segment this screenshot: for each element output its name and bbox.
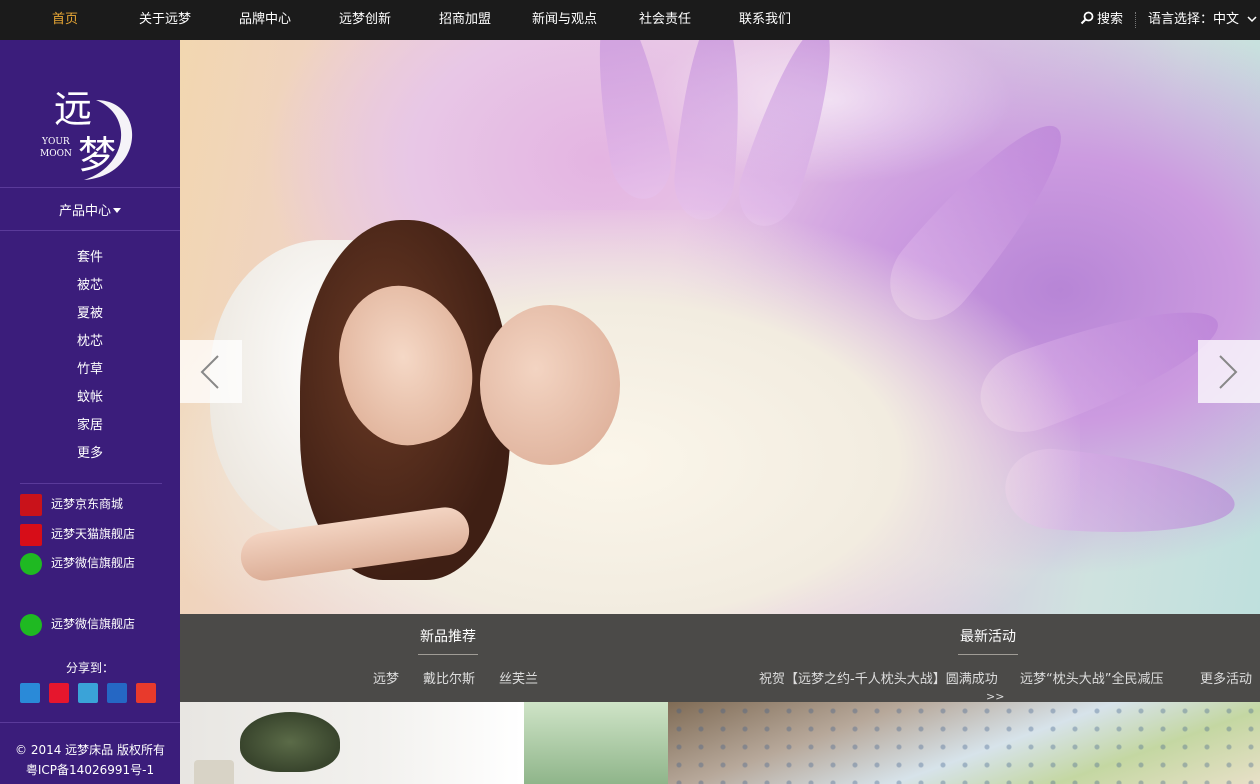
chevron-left-icon xyxy=(200,355,219,389)
shop-label: 远梦微信旗舰店 xyxy=(51,617,136,631)
tencent-weibo-icon[interactable] xyxy=(78,683,98,703)
language-label: 语言选择：中文 xyxy=(1148,12,1240,27)
plant-pot xyxy=(194,760,234,784)
nav-item-news[interactable]: 新闻与观点 xyxy=(532,0,597,40)
nav-item-csr[interactable]: 社会责任 xyxy=(639,0,691,40)
category-list: 套件 被芯 夏被 枕芯 竹草 蚊帐 家居 更多 xyxy=(0,244,180,468)
more-events-link[interactable]: 更多活动 xyxy=(1200,668,1252,687)
next-slide-button[interactable] xyxy=(1198,340,1260,403)
svg-text:梦: 梦 xyxy=(78,133,116,177)
copyright: © 2014 远梦床品 版权所有 粤ICP备14026991号-1 xyxy=(0,740,180,780)
shop-link-wechat[interactable]: 远梦微信旗舰店 xyxy=(20,552,136,575)
chevron-right-icon xyxy=(1219,355,1238,389)
category-item-sets[interactable]: 套件 xyxy=(0,244,180,272)
flower-petal xyxy=(583,40,677,204)
flower-petal xyxy=(729,40,851,235)
new-product-link[interactable]: 戴比尔斯 xyxy=(423,668,475,687)
shop-label: 远梦天猫旗舰店 xyxy=(51,527,136,541)
prev-slide-button[interactable] xyxy=(180,340,242,403)
search-button[interactable]: 搜索 xyxy=(1080,0,1123,40)
nav-item-innovation[interactable]: 远梦创新 xyxy=(339,0,391,40)
new-products-title: 新品推荐 xyxy=(420,629,476,645)
latest-events-title: 最新活动 xyxy=(960,629,1016,645)
chevron-down-icon xyxy=(1247,16,1257,23)
svg-text:远: 远 xyxy=(54,87,92,131)
bottom-image-strip xyxy=(180,702,1260,784)
bedding-image[interactable] xyxy=(668,702,1260,784)
plant xyxy=(240,712,340,772)
category-item-more[interactable]: 更多 xyxy=(0,440,180,468)
new-product-link[interactable]: 远梦 xyxy=(373,668,399,687)
category-item-pillow[interactable]: 枕芯 xyxy=(0,328,180,356)
icp-line: 粤ICP备14026991号-1 xyxy=(25,763,155,777)
sidebar-divider xyxy=(0,722,180,723)
nav-item-contact[interactable]: 联系我们 xyxy=(739,0,791,40)
svg-text:MOON: MOON xyxy=(40,149,72,159)
product-center-dropdown[interactable]: 产品中心 xyxy=(0,200,180,219)
title-underline xyxy=(958,654,1018,655)
shop-label: 远梦微信旗舰店 xyxy=(51,556,136,570)
category-item-home[interactable]: 家居 xyxy=(0,412,180,440)
bedroom-image[interactable] xyxy=(180,702,668,784)
category-item-mosquito-net[interactable]: 蚊帐 xyxy=(0,384,180,412)
shop-link-tmall[interactable]: 远梦天猫旗舰店 xyxy=(20,523,136,546)
category-item-quilt-core[interactable]: 被芯 xyxy=(0,272,180,300)
caret-down-icon xyxy=(113,208,121,213)
nav-item-home[interactable]: 首页 xyxy=(52,0,78,40)
hero-banner[interactable] xyxy=(180,40,1260,614)
svg-text:YOUR: YOUR xyxy=(41,137,70,147)
category-item-summer-quilt[interactable]: 夏被 xyxy=(0,300,180,328)
wechat-icon xyxy=(20,613,42,636)
sidebar-divider xyxy=(20,483,162,484)
info-band: 新品推荐 远梦 戴比尔斯 丝芙兰 最新活动 祝贺【远梦之约-千人枕头大战】圆满成… xyxy=(180,614,1260,703)
nav-divider xyxy=(1135,12,1136,28)
brand-logo[interactable]: 远 梦 YOUR MOON xyxy=(36,60,146,190)
event-link[interactable]: 远梦“枕头大战”全民减压 xyxy=(1020,668,1163,687)
category-item-bamboo[interactable]: 竹草 xyxy=(0,356,180,384)
shop-label: 远梦京东商城 xyxy=(51,497,124,511)
qzone-icon[interactable] xyxy=(20,683,40,703)
sidebar-divider xyxy=(0,187,180,188)
share-icons xyxy=(20,683,165,703)
shop-link-jd[interactable]: 远梦京东商城 xyxy=(20,493,124,516)
jd-icon xyxy=(20,493,42,516)
new-product-link[interactable]: 丝芙兰 xyxy=(499,668,538,687)
shoulder xyxy=(480,305,620,465)
flower-petal xyxy=(670,40,750,223)
nav-item-franchise[interactable]: 招商加盟 xyxy=(439,0,491,40)
language-selector[interactable]: 语言选择：中文 xyxy=(1148,0,1257,40)
title-underline xyxy=(418,654,478,655)
share-label: 分享到： xyxy=(65,661,114,675)
nav-item-brand[interactable]: 品牌中心 xyxy=(239,0,291,40)
renren-icon[interactable] xyxy=(107,683,127,703)
copyright-line: © 2014 远梦床品 版权所有 xyxy=(15,743,165,757)
search-label: 搜索 xyxy=(1097,12,1124,27)
sidebar: 远 梦 YOUR MOON 产品中心 套件 被芯 夏被 枕芯 竹草 蚊帐 家居 … xyxy=(0,40,180,784)
window xyxy=(518,702,668,784)
event-link[interactable]: 祝贺【远梦之约-千人枕头大战】圆满成功 xyxy=(759,668,998,687)
favorite-icon[interactable] xyxy=(136,683,156,703)
search-icon xyxy=(1080,11,1094,25)
bedding-pattern xyxy=(668,702,1260,784)
tmall-icon xyxy=(20,523,42,546)
sidebar-divider xyxy=(0,230,180,231)
nav-item-about[interactable]: 关于远梦 xyxy=(139,0,191,40)
top-nav: 首页 关于远梦 品牌中心 远梦创新 招商加盟 新闻与观点 社会责任 联系我们 搜… xyxy=(0,0,1260,40)
product-center-label: 产品中心 xyxy=(58,204,111,219)
wechat-icon xyxy=(20,552,42,575)
weibo-icon[interactable] xyxy=(49,683,69,703)
shop-link-wechat-2[interactable]: 远梦微信旗舰店 xyxy=(20,613,136,636)
